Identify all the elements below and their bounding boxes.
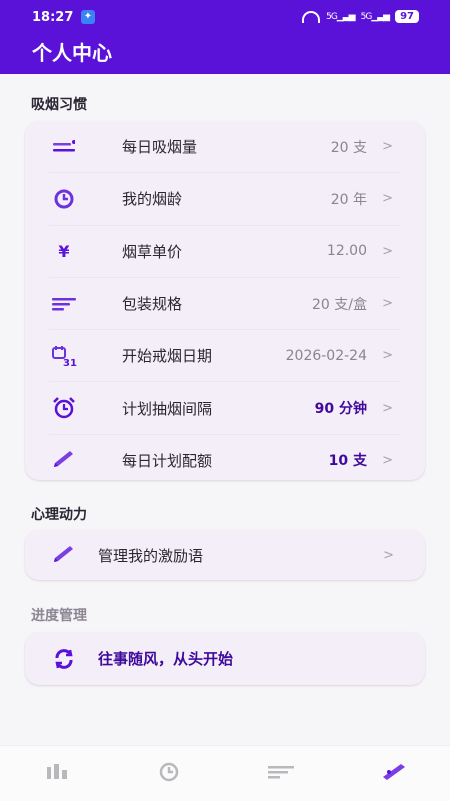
chevron-right-icon: > [382,191,393,207]
settings-label: 计划抽烟间隔 [122,399,213,418]
settings-value: 20 年 [330,191,367,208]
chevron-right-icon: > [382,348,393,364]
chevron-right-icon: > [382,243,393,259]
settings-value: 20 支 [330,139,367,156]
chevron-right-icon: > [382,139,393,155]
nav-settings-icon[interactable] [376,757,411,787]
nav-stats-icon[interactable] [39,757,74,787]
settings-label: 开始戒烟日期 [122,347,213,366]
signal-icon-2: 5G▁▃▅ [360,11,390,22]
section-title-smoking-habits: 吸烟习惯 [31,97,87,113]
nav-list-icon[interactable] [263,757,298,787]
chevron-right-icon: > [382,296,393,312]
nav-clock-icon[interactable] [151,757,186,787]
settings-label: 烟草单价 [122,242,183,261]
settings-label: 每日计划配额 [122,451,213,470]
section-title-motivation: 心理动力 [31,507,87,523]
wifi-icon [302,10,321,23]
status-time: 18:27 [32,10,74,25]
yuan-icon: ¥ [58,241,70,261]
section-title-progress: 进度管理 [31,608,87,624]
refresh-icon [49,644,79,674]
clock-icon [49,184,79,214]
restart-progress-label: 往事随风，从头开始 [98,650,234,668]
settings-row-package[interactable]: 包装规格 20 支/盒 > [49,278,401,331]
settings-row-smoking-years[interactable]: 我的烟龄 20 年 > [49,173,401,226]
settings-row-daily-quota[interactable]: 每日计划配额 10 支 > [49,435,401,486]
signal-icon-1: 5G▁▃▅ [326,11,355,22]
pencil-icon [49,445,79,475]
alarm-clock-icon [49,393,79,423]
settings-row-start-date[interactable]: 31 开始戒烟日期 2026-02-24 > [49,330,401,383]
pencil-icon [49,540,79,570]
settings-value: 12.00 [326,243,367,260]
status-indicators: 5G▁▃▅ 5G▁▃▅ 97 [302,10,419,23]
chevron-right-icon: > [382,452,393,468]
manage-motivation-row[interactable]: 管理我的激励语 > [25,530,425,580]
progress-card: 往事随风，从头开始 [25,632,425,685]
settings-row-daily-smoking[interactable]: 每日吸烟量 20 支 > [49,121,401,174]
settings-label: 每日吸烟量 [122,138,198,157]
settings-label: 我的烟龄 [122,190,183,209]
svg-text:31: 31 [63,358,77,368]
daily-smoke-icon [49,132,79,162]
settings-value: 2026-02-24 [285,347,367,364]
settings-value: 20 支/盒 [312,296,367,313]
page-title: 个人中心 [32,41,112,65]
settings-label: 包装规格 [122,295,183,314]
restart-progress-row[interactable]: 往事随风，从头开始 [25,632,425,685]
smoking-habits-card: 每日吸烟量 20 支 > 我的烟龄 20 年 > ¥ 烟草单价 12.00 > … [25,121,425,480]
manage-motivation-label: 管理我的激励语 [98,546,204,565]
settings-row-price[interactable]: ¥ 烟草单价 12.00 > [49,226,401,278]
calendar-icon: 31 [49,341,79,371]
notification-app-icon: ✦ [81,10,95,24]
status-bar: 18:27 ✦ 5G▁▃▅ 5G▁▃▅ 97 [0,0,450,34]
settings-value: 10 支 [328,453,367,470]
app-header: 个人中心 [0,34,450,74]
settings-value: 90 分钟 [314,401,367,418]
package-lines-icon [49,289,79,319]
settings-row-interval[interactable]: 计划抽烟间隔 90 分钟 > [49,382,401,435]
bottom-navigation [0,745,450,801]
chevron-right-icon: > [382,400,393,416]
chevron-right-icon: > [383,547,394,563]
battery-icon: 97 [395,10,419,23]
motivation-card: 管理我的激励语 > [25,530,425,580]
